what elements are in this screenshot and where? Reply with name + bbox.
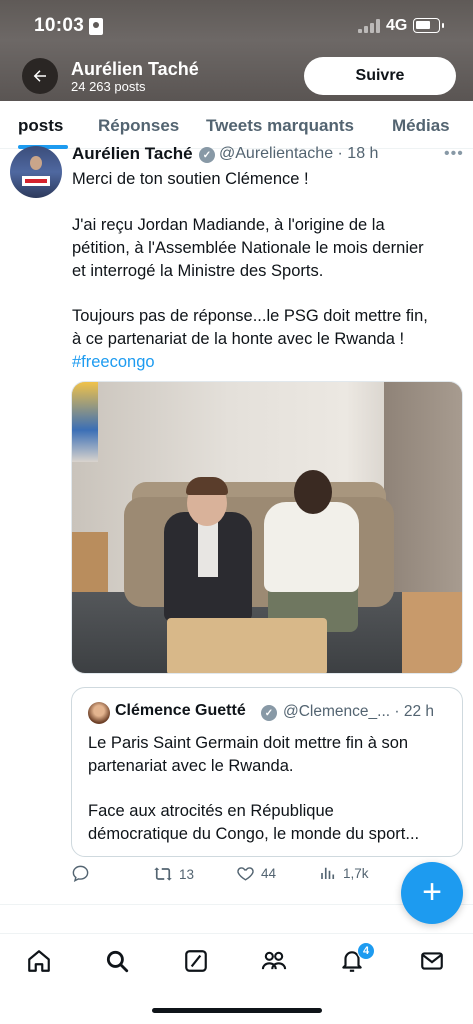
home-icon [28, 950, 50, 972]
reply-icon [72, 865, 89, 882]
tweet-divider [0, 904, 473, 905]
tab-highlights[interactable]: Tweets marquants [206, 116, 354, 136]
back-arrow-icon [33, 70, 46, 82]
header-profile-name: Aurélien Taché [71, 59, 199, 79]
tab-posts[interactable]: posts [18, 116, 63, 136]
tweet-text-line: Toujours pas de réponse...le PSG doit me… [72, 307, 428, 325]
tweet-text-line: et interrogé la Ministre des Sports. [72, 262, 324, 280]
more-icon[interactable]: ••• [444, 145, 464, 163]
author-avatar[interactable] [10, 146, 62, 198]
views-count: 1,7k [343, 865, 369, 881]
nav-messages[interactable] [415, 944, 449, 978]
tweet-handle-time: @Aurelientache · 18 h [219, 145, 379, 162]
messages-icon [421, 952, 443, 970]
compose-icon: + [422, 872, 442, 911]
tweet-photo[interactable] [71, 381, 463, 674]
grok-icon [185, 950, 207, 972]
communities-icon [261, 951, 287, 970]
tweet-text-line: pétition, à l'Assemblée Nationale le moi… [72, 239, 424, 257]
hashtag-link[interactable]: #freecongo [72, 351, 464, 374]
nav-communities[interactable] [257, 944, 291, 978]
tweet-text-line: J'ai reçu Jordan Madiande, à l'origine d… [72, 216, 385, 234]
nav-search[interactable] [100, 944, 134, 978]
like-icon [237, 867, 254, 881]
like-button[interactable]: 44 [236, 864, 276, 883]
back-button[interactable] [22, 58, 58, 94]
quoted-text-line: Le Paris Saint Germain doit mettre fin à… [88, 734, 409, 752]
quoted-author-avatar [88, 702, 110, 724]
status-bar: 10:03 4G [0, 0, 473, 54]
header-post-count: 24 263 posts [71, 79, 146, 94]
notifications-badge: 4 [357, 942, 375, 960]
verified-icon: ✓ [261, 705, 277, 721]
status-time: 10:03 [34, 15, 85, 36]
tweet-author-name[interactable]: Aurélien Taché [72, 144, 193, 164]
like-count: 44 [261, 866, 277, 881]
nav-home[interactable] [22, 944, 56, 978]
quoted-tweet[interactable]: Clémence Guetté ✓ @Clemence_... · 22 h L… [71, 687, 463, 857]
signal-icon [358, 19, 380, 33]
tab-media[interactable]: Médias [392, 116, 450, 136]
quoted-handle-time: @Clemence_... · 22 h [283, 703, 434, 720]
battery-icon [413, 18, 444, 33]
follow-button[interactable]: Suivre [304, 57, 456, 95]
views-icon [321, 867, 335, 879]
retweet-icon [154, 867, 172, 881]
id-card-icon [89, 18, 103, 35]
tweet-text-line: Merci de ton soutien Clémence ! [72, 170, 309, 188]
quoted-text-line: démocratique du Congo, le monde du sport… [88, 825, 420, 843]
views-button[interactable]: 1,7k [319, 864, 369, 882]
nav-grok[interactable] [179, 944, 213, 978]
network-label: 4G [386, 17, 408, 34]
retweet-count: 13 [179, 866, 195, 882]
tweet-text-line: à ce partenariat de la honte avec le Rwa… [72, 330, 405, 348]
quoted-author-name: Clémence Guetté [115, 702, 246, 719]
quoted-text-line: partenariat avec le Rwanda. [88, 757, 294, 775]
search-icon [106, 950, 129, 973]
compose-button[interactable]: + [401, 862, 463, 924]
home-indicator [152, 1008, 322, 1013]
reply-button[interactable] [71, 864, 90, 883]
quoted-text-line: Face aux atrocités en République [88, 802, 334, 820]
retweet-button[interactable]: 13 [153, 864, 194, 884]
tab-replies[interactable]: Réponses [98, 116, 179, 136]
profile-tabs: posts Réponses Tweets marquants Médias [0, 101, 473, 149]
verified-icon: ✓ [199, 147, 215, 163]
